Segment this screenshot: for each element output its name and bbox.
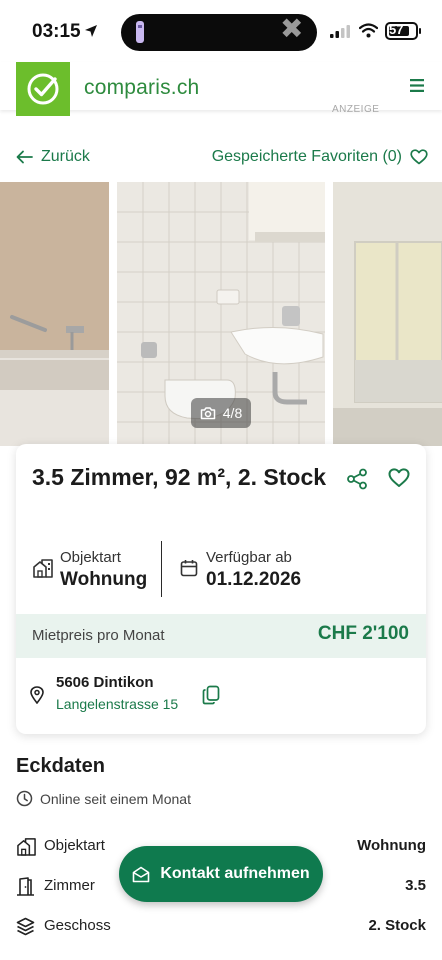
contact-button-label: Kontakt aufnehmen xyxy=(160,865,310,882)
close-icon: ✖ xyxy=(280,12,304,45)
object-type-label: Objektart xyxy=(60,549,121,566)
wifi-icon xyxy=(359,23,378,38)
photo-counter-text: 4/8 xyxy=(222,405,243,421)
fact-value: Wohnung xyxy=(357,837,426,854)
facts-divider xyxy=(161,541,162,597)
battery-level: 57 xyxy=(389,22,404,37)
listing-summary-card: 3.5 Zimmer, 92 m², 2. Stock Objektart Wo… xyxy=(16,444,426,734)
contact-button[interactable]: Kontakt aufnehmen xyxy=(119,846,323,902)
heart-outline-icon xyxy=(410,149,428,165)
bathroom-tub-image xyxy=(0,182,109,446)
favorite-heart-icon[interactable] xyxy=(388,468,410,488)
available-from-label: Verfügbar ab xyxy=(206,549,292,566)
layers-icon xyxy=(16,917,35,936)
online-since: Online seit einem Monat xyxy=(16,790,191,807)
price-row: Mietpreis pro Monat CHF 2'100 xyxy=(16,614,426,658)
available-from-value: 01.12.2026 xyxy=(206,569,302,590)
location-pin-icon xyxy=(30,686,44,704)
price-value: CHF 2'100 xyxy=(317,623,409,644)
brand-name[interactable]: comparis.ch xyxy=(84,76,199,100)
copy-icon[interactable] xyxy=(202,685,220,705)
listing-photo-bathtub[interactable] xyxy=(0,182,109,446)
fact-label: Geschoss xyxy=(44,917,111,934)
favorites-link[interactable]: Gespeicherte Favoriten (0) xyxy=(212,148,428,166)
check-circle-icon xyxy=(27,73,59,105)
fact-label: Objektart xyxy=(44,837,105,854)
fact-value: 2. Stock xyxy=(368,917,426,934)
signal-icon xyxy=(330,25,350,38)
key-facts: Objektart Wohnung Verfügbar ab 01.12.202… xyxy=(16,539,426,597)
section-title-eckdaten: Eckdaten xyxy=(16,755,105,777)
fact-label: Zimmer xyxy=(44,877,95,894)
object-type-value: Wohnung xyxy=(60,569,148,590)
camera-icon xyxy=(200,407,216,420)
location-arrow-icon xyxy=(85,25,97,37)
ad-label: ANZEIGE xyxy=(332,104,380,115)
mail-icon xyxy=(133,866,150,882)
listing-title: 3.5 Zimmer, 92 m², 2. Stock xyxy=(32,464,327,490)
photo-counter-badge: 4/8 xyxy=(191,398,251,428)
back-link[interactable]: Zurück xyxy=(16,148,90,166)
online-since-text: Online seit einem Monat xyxy=(40,790,191,807)
price-label: Mietpreis pro Monat xyxy=(32,627,165,644)
room-window-image xyxy=(333,182,442,446)
address-city: 5606 Dintikon xyxy=(56,674,154,691)
share-icon[interactable] xyxy=(346,468,368,490)
fact-value: 3.5 xyxy=(405,877,426,894)
status-bar: 03:15 ✖ 57 xyxy=(0,0,442,62)
building-icon xyxy=(17,838,36,856)
fact-row-geschoss: Geschoss 2. Stock xyxy=(16,915,426,939)
address-street-link[interactable]: Langelenstrasse 15 xyxy=(56,696,178,712)
flashlight-icon xyxy=(136,21,144,43)
menu-icon[interactable] xyxy=(410,79,424,92)
back-label: Zurück xyxy=(41,148,90,165)
calendar-icon xyxy=(180,560,198,577)
arrow-left-icon xyxy=(16,150,33,164)
site-header: comparis.ch xyxy=(0,62,442,116)
clock-icon xyxy=(16,790,33,807)
door-icon xyxy=(17,877,34,896)
status-time: 03:15 xyxy=(32,21,81,42)
favorites-label: Gespeicherte Favoriten (0) xyxy=(211,148,402,165)
building-icon xyxy=(33,559,53,578)
listing-photo-room[interactable] xyxy=(333,182,442,446)
logo[interactable] xyxy=(16,62,70,116)
